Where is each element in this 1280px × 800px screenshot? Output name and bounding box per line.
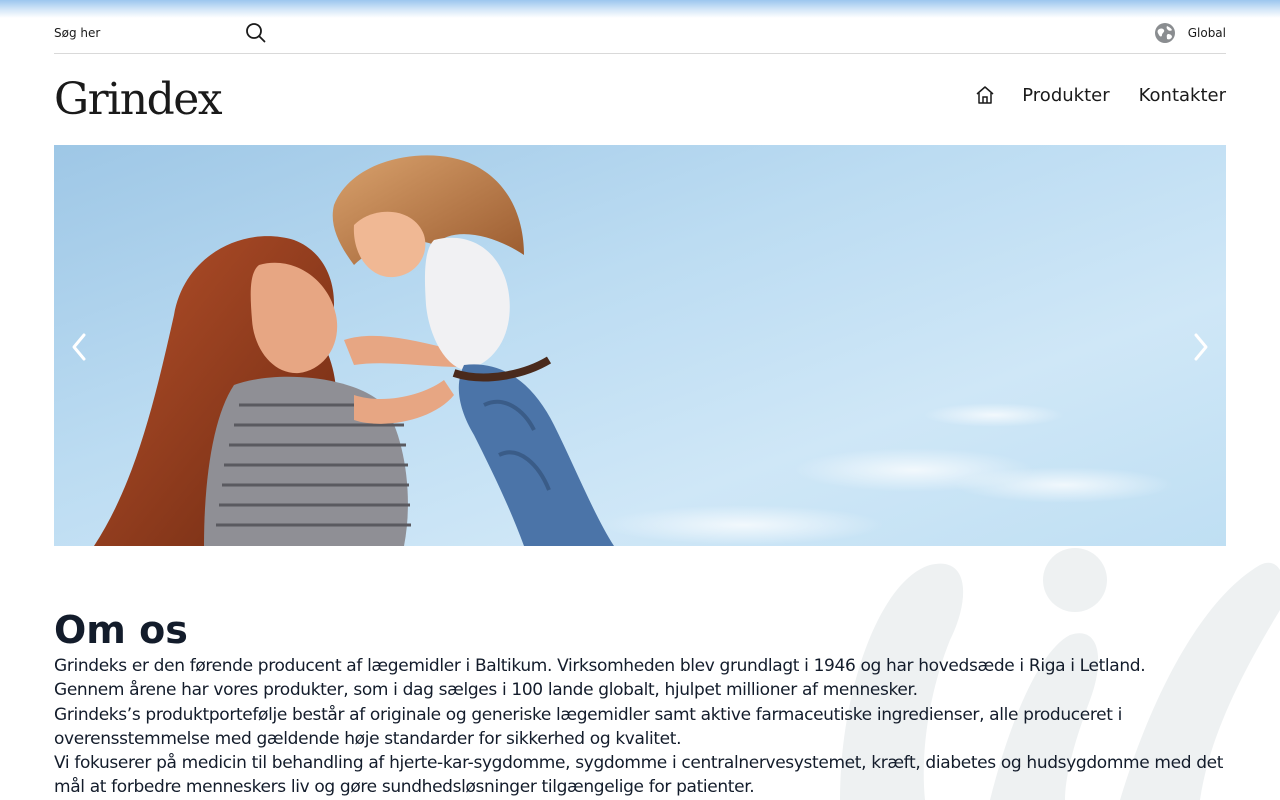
chevron-right-icon[interactable]: [1186, 331, 1214, 363]
hero-carousel: [54, 145, 1226, 546]
main-nav: Produkter Kontakter: [974, 84, 1226, 106]
about-paragraph: Gennem årene har vores produkter, som i …: [54, 680, 918, 701]
search-icon[interactable]: [245, 22, 267, 44]
about-paragraph: Vi fokuserer på medicin til behandling a…: [54, 753, 1224, 798]
region-selector[interactable]: Global: [1154, 22, 1226, 44]
utility-bar: Global: [54, 18, 1226, 54]
about-section: Om os Grindeks er den førende producent …: [54, 606, 1226, 800]
home-icon[interactable]: [974, 84, 996, 106]
about-paragraph: Grindeks er den førende producent af læg…: [54, 656, 1146, 676]
region-label: Global: [1187, 26, 1226, 40]
search-input[interactable]: [54, 20, 239, 46]
search-form: [54, 18, 269, 48]
hero-image: [94, 155, 1174, 546]
nav-link-products[interactable]: Produkter: [1022, 85, 1109, 106]
about-paragraph: Grindeks’s produktportefølje består af o…: [54, 704, 1122, 749]
nav-link-contacts[interactable]: Kontakter: [1139, 85, 1226, 106]
top-gradient-bar: [0, 0, 1280, 18]
globe-icon: [1154, 22, 1176, 44]
chevron-left-icon[interactable]: [66, 331, 94, 363]
about-title: Om os: [54, 608, 188, 652]
site-header: Grindex Produkter Kontakter: [54, 54, 1226, 145]
logo[interactable]: Grindex: [54, 72, 223, 128]
